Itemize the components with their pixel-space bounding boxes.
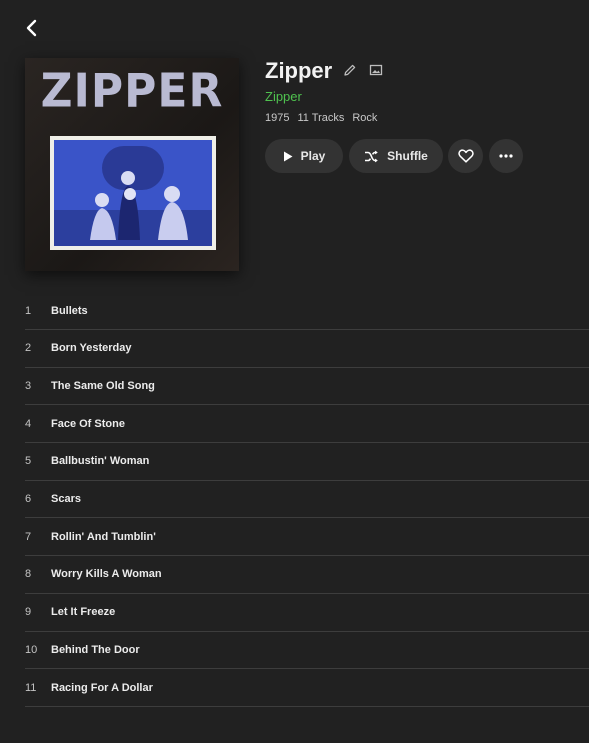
track-row[interactable]: 7 Rollin' And Tumblin' (25, 518, 589, 557)
album-cover: ZIPPER (25, 58, 239, 271)
track-number: 8 (25, 568, 32, 581)
track-title: Scars (51, 493, 81, 506)
album-genre[interactable]: Rock (352, 112, 377, 124)
track-title: Ballbustin' Woman (51, 455, 150, 468)
play-icon (283, 151, 293, 161)
track-row[interactable]: 1 Bullets (25, 293, 589, 330)
artist-link[interactable]: Zipper (265, 89, 302, 104)
album-page: ZIPPER Zipper Zipper 1975 11 Tracks Rock… (0, 0, 589, 743)
track-title: Rollin' And Tumblin' (51, 530, 156, 543)
image-icon[interactable] (369, 63, 383, 77)
track-row[interactable]: 8 Worry Kills A Woman (25, 556, 589, 594)
track-number: 2 (25, 342, 32, 355)
album-meta: 1975 11 Tracks Rock (265, 112, 377, 124)
track-number: 1 (25, 305, 32, 317)
track-title: Bullets (51, 305, 88, 317)
track-row[interactable]: 9 Let It Freeze (25, 594, 589, 632)
track-title: Racing For A Dollar (51, 681, 153, 694)
track-title: Born Yesterday (51, 342, 132, 355)
track-number: 9 (25, 606, 32, 619)
track-title: Worry Kills A Woman (51, 568, 162, 581)
pencil-icon[interactable] (343, 63, 357, 77)
play-label: Play (300, 149, 326, 163)
track-list: 1 Bullets 2 Born Yesterday 3 The Same Old Son… (25, 293, 589, 707)
album-track-count: 11 Tracks (297, 112, 345, 124)
back-button[interactable] (20, 16, 44, 40)
track-row[interactable]: 6 Scars (25, 481, 589, 519)
track-number: 3 (25, 380, 32, 393)
album-cover-photo (50, 136, 216, 250)
track-number: 7 (25, 530, 32, 543)
heart-icon (457, 149, 474, 163)
track-row[interactable]: 5 Ballbustin' Woman (25, 443, 589, 481)
like-button[interactable] (448, 139, 483, 173)
track-row[interactable]: 10 Behind The Door (25, 632, 589, 670)
track-number: 5 (25, 455, 32, 468)
band-photo-graphic (54, 146, 212, 246)
track-number: 10 (25, 643, 38, 656)
track-title: Behind The Door (51, 643, 140, 656)
chevron-left-icon (26, 19, 37, 37)
album-title: Zipper (265, 58, 333, 83)
track-title: Let It Freeze (51, 606, 116, 619)
track-number: 11 (25, 681, 37, 694)
shuffle-icon (365, 150, 378, 162)
track-title: The Same Old Song (51, 380, 155, 393)
shuffle-button[interactable]: Shuffle (349, 139, 443, 173)
album-year: 1975 (265, 112, 290, 124)
play-button[interactable]: Play (265, 139, 343, 173)
track-row[interactable]: 3 The Same Old Song (25, 368, 589, 406)
track-number: 6 (25, 493, 32, 506)
more-options-button[interactable] (489, 139, 523, 173)
album-cover-text: ZIPPER (40, 64, 224, 119)
track-row[interactable]: 11 Racing For A Dollar (25, 669, 589, 707)
track-row[interactable]: 2 Born Yesterday (25, 330, 589, 368)
track-row[interactable]: 4 Face Of Stone (25, 405, 589, 444)
shuffle-label: Shuffle (387, 149, 428, 163)
track-title: Face Of Stone (51, 417, 125, 430)
more-dots-icon (499, 154, 513, 158)
track-number: 4 (25, 417, 32, 430)
